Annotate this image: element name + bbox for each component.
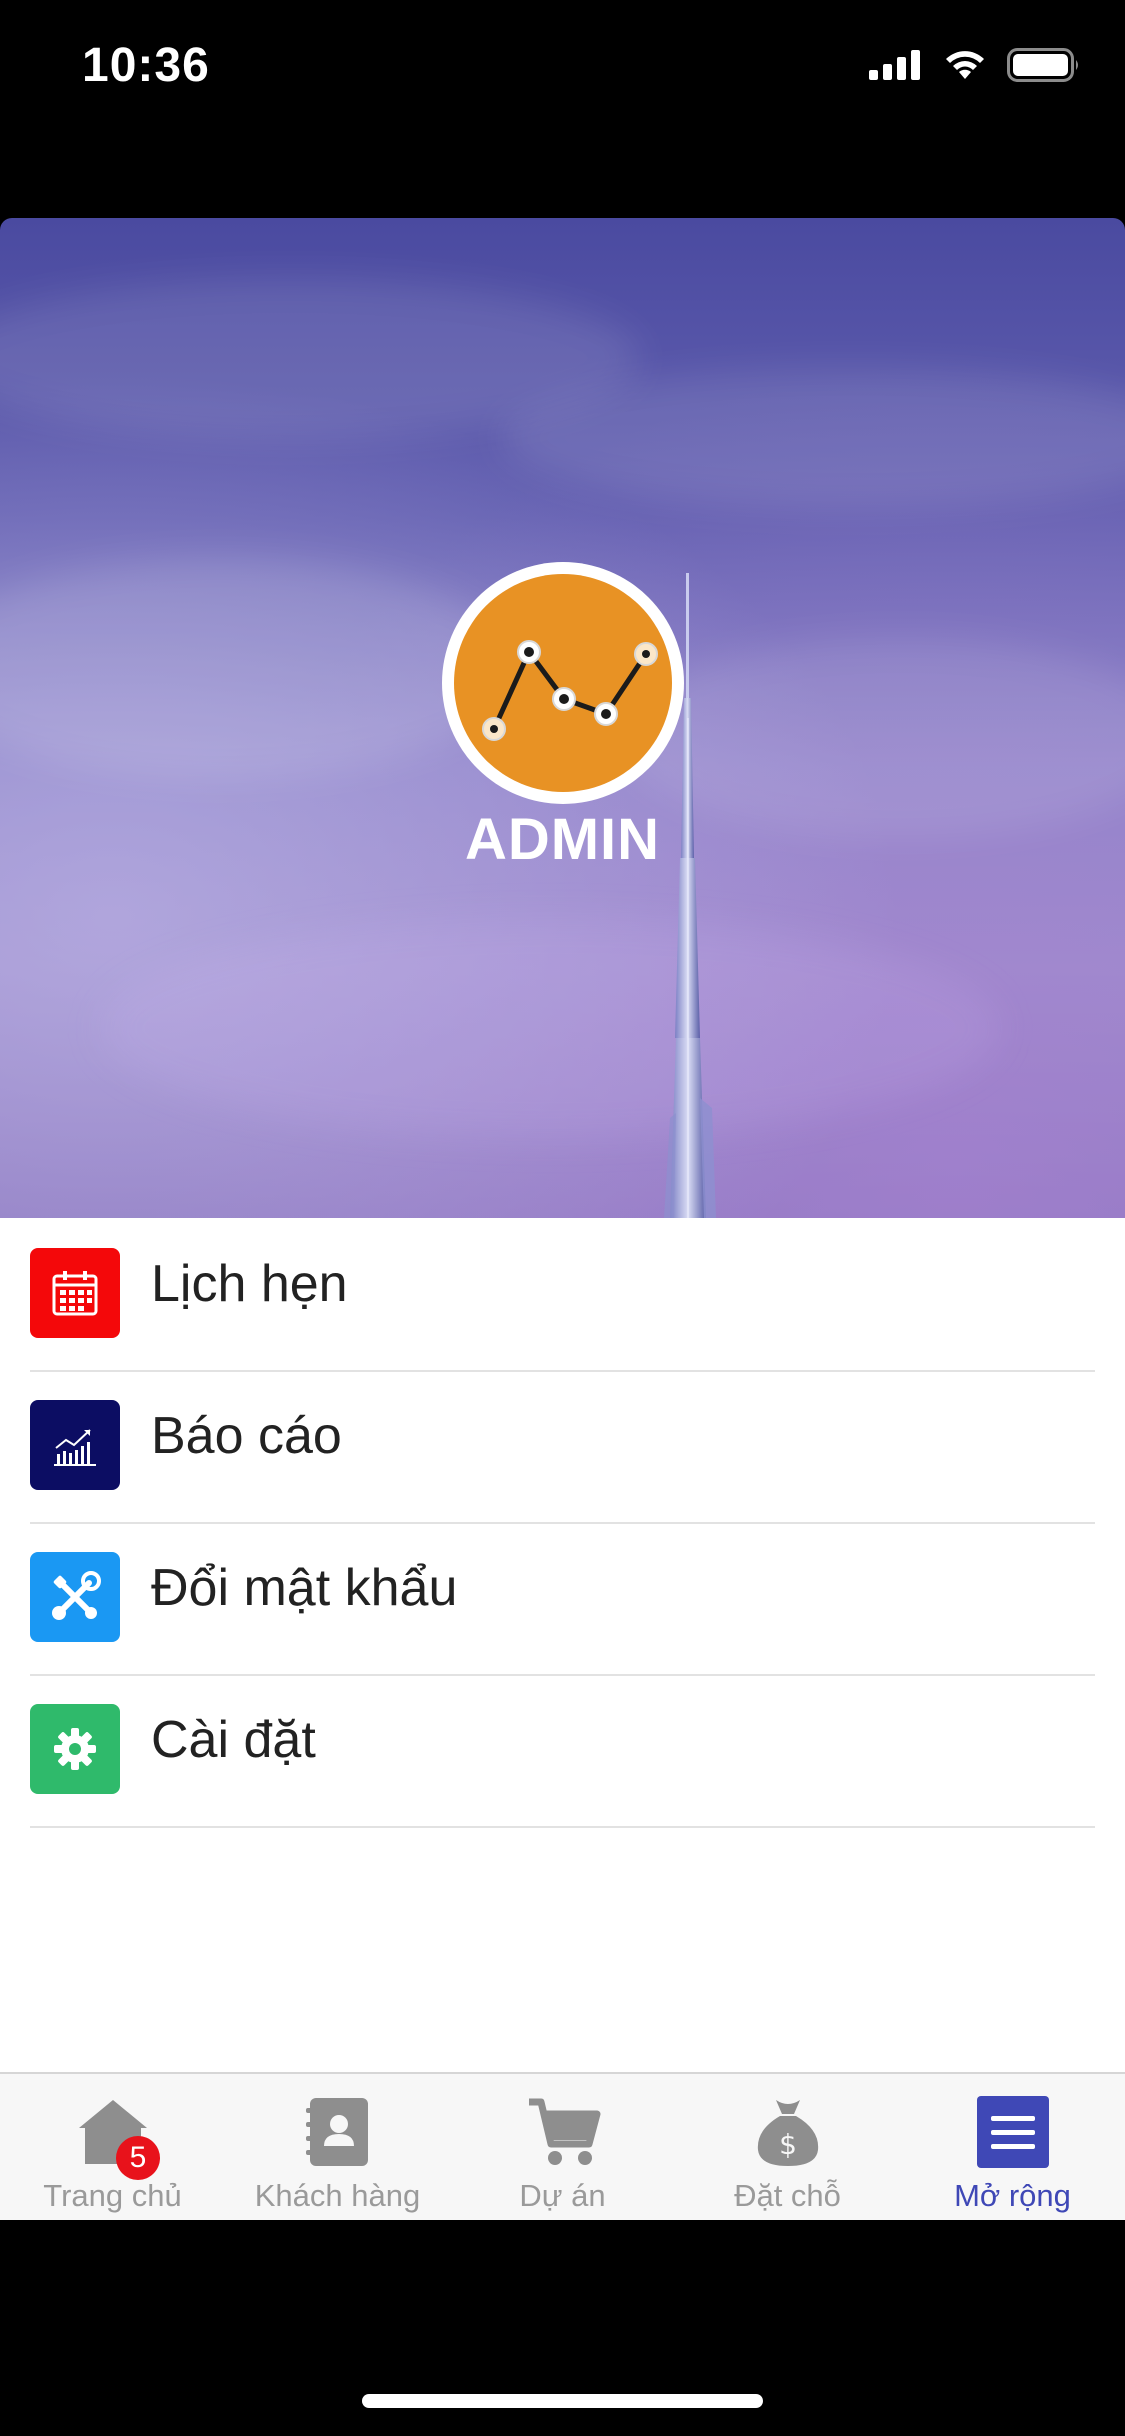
wifi-icon bbox=[946, 51, 984, 79]
cellular-signal-icon bbox=[869, 50, 920, 80]
notification-badge: 5 bbox=[116, 2136, 160, 2180]
avatar[interactable] bbox=[442, 562, 684, 804]
menu-list: Lịch hẹn Báo cáo Đổi mật khẩu Cài đặt bbox=[0, 1218, 1125, 2072]
menu-item-label: Lịch hẹn bbox=[151, 1255, 348, 1313]
tab-label: Đặt chỗ bbox=[734, 2178, 841, 2213]
contacts-icon bbox=[306, 2098, 368, 2166]
menu-item-settings[interactable]: Cài đặt bbox=[30, 1674, 1095, 1828]
tools-icon bbox=[30, 1552, 120, 1642]
battery-icon bbox=[1007, 48, 1078, 82]
chart-icon bbox=[30, 1400, 120, 1490]
tab-label: Trang chủ bbox=[43, 2178, 182, 2213]
money-bag-icon: $ bbox=[757, 2100, 819, 2166]
profile-name: ADMIN bbox=[464, 807, 661, 872]
tab-label: Mở rộng bbox=[954, 2178, 1071, 2213]
calendar-icon bbox=[30, 1248, 120, 1338]
tab-bar: 5 Trang chủ Khách hàng Dự án $ Đặt chỗ M… bbox=[0, 2072, 1125, 2220]
status-icons bbox=[869, 48, 1081, 82]
home-indicator[interactable] bbox=[362, 2394, 763, 2408]
menu-item-appointments[interactable]: Lịch hẹn bbox=[30, 1218, 1095, 1372]
line-chart-logo-icon bbox=[482, 640, 658, 741]
tab-label: Dự án bbox=[519, 2178, 606, 2213]
menu-item-label: Cài đặt bbox=[151, 1711, 316, 1769]
menu-item-reports[interactable]: Báo cáo bbox=[30, 1370, 1095, 1524]
tab-more[interactable]: Mở rộng bbox=[900, 2074, 1125, 2220]
tab-home[interactable]: 5 Trang chủ bbox=[0, 2074, 225, 2220]
profile-header: ADMIN bbox=[0, 218, 1125, 1218]
menu-item-label: Báo cáo bbox=[151, 1407, 342, 1465]
avatar-logo bbox=[454, 574, 672, 792]
cart-icon bbox=[529, 2098, 601, 2165]
menu-item-label: Đổi mật khẩu bbox=[151, 1559, 458, 1617]
svg-text:$: $ bbox=[779, 2128, 797, 2161]
tab-booking[interactable]: $ Đặt chỗ bbox=[675, 2074, 900, 2220]
status-bar: 10:36 bbox=[0, 0, 1125, 140]
tab-projects[interactable]: Dự án bbox=[450, 2074, 675, 2220]
app-screen: 10:36 ADMIN Lịch hẹn Báo cáo Đổi mật khẩ… bbox=[0, 0, 1125, 2436]
menu-icon bbox=[977, 2096, 1049, 2168]
status-time: 10:36 bbox=[82, 39, 210, 92]
gear-icon bbox=[30, 1704, 120, 1794]
tab-customers[interactable]: Khách hàng bbox=[225, 2074, 450, 2220]
menu-item-change-password[interactable]: Đổi mật khẩu bbox=[30, 1522, 1095, 1676]
tab-label: Khách hàng bbox=[254, 2178, 421, 2213]
